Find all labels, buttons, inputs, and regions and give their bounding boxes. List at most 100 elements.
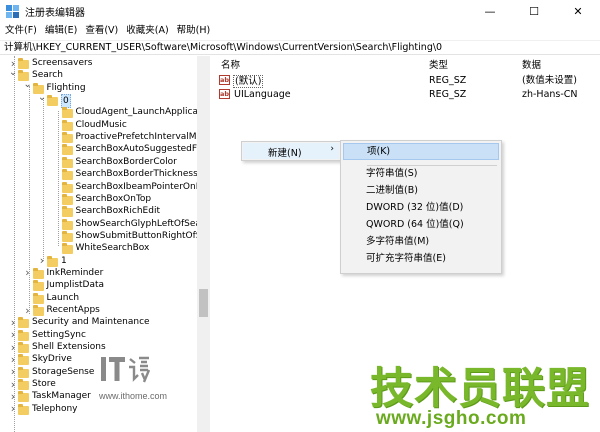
menu-item-expandable-string-value[interactable]: 可扩充字符串值(E) — [366, 253, 446, 265]
tree-item[interactable]: CloudAgent_LaunchApplication — [0, 106, 209, 119]
menu-item-dword-value[interactable]: DWORD (32 位)值(D) — [366, 202, 463, 214]
ithome-url: www.ithome.com — [99, 391, 168, 401]
tree-scrollbar-thumb[interactable] — [199, 289, 208, 317]
menu-item-new-label: 新建(N) — [268, 148, 302, 159]
tree-item[interactable]: ProactivePrefetchIntervalMinute — [0, 131, 209, 144]
menu-file[interactable]: 文件(F) — [0, 22, 41, 40]
tree-item[interactable]: › RecentApps — [0, 304, 200, 317]
tree-item[interactable]: › Shell Extensions — [0, 341, 200, 354]
tree-item[interactable]: › InkReminder — [0, 266, 200, 279]
tree-item[interactable]: › Security and Maintenance — [0, 316, 200, 329]
folder-icon — [18, 391, 29, 403]
tree-item[interactable]: › Telephony — [0, 402, 200, 415]
tree-item[interactable]: › Screensavers — [0, 57, 200, 70]
folder-icon — [61, 132, 73, 144]
tree-item[interactable]: WhiteSearchBox — [0, 242, 200, 255]
chevron-right-icon[interactable]: › — [9, 402, 17, 415]
folder-icon — [18, 329, 29, 341]
value-name: (默认) — [233, 75, 264, 88]
chevron-right-icon[interactable]: › — [9, 353, 17, 366]
menu-item-new[interactable]: 新建(N) › — [243, 143, 339, 159]
tree-item[interactable]: Launch — [0, 292, 200, 304]
tree-item-label: 1 — [61, 255, 67, 266]
tree-item-label: ShowSearchGlyphLeftOfSearch — [75, 218, 210, 229]
menu-item-qword-value[interactable]: QWORD (64 位)值(Q) — [366, 219, 464, 231]
folder-icon — [61, 119, 73, 131]
window-title: 注册表编辑器 — [25, 7, 85, 19]
tree-item[interactable]: SearchBoxBorderThickness — [0, 168, 200, 181]
column-header-name[interactable]: 名称 — [221, 57, 240, 71]
close-button[interactable]: ✕ — [556, 0, 600, 22]
minimize-button[interactable]: — — [468, 0, 512, 22]
tree-item[interactable]: ⌄ 0 — [0, 92, 200, 109]
tree-item[interactable]: ShowSearchGlyphLeftOfSearch — [0, 218, 209, 230]
folder-icon — [32, 292, 44, 304]
menu-item-new-key[interactable]: 项(K) — [343, 143, 499, 160]
value-row[interactable]: ab UILanguage REG_SZ zh-Hans-CN — [215, 88, 600, 101]
chevron-down-icon[interactable]: ⌄ — [9, 67, 17, 78]
menu-item-binary-value[interactable]: 二进制值(B) — [366, 185, 418, 197]
chevron-right-icon[interactable]: › — [24, 304, 32, 317]
tree-item-label: Security and Maintenance — [32, 317, 150, 328]
ithome-logo — [99, 353, 151, 387]
folder-icon — [61, 218, 73, 230]
folder-icon — [18, 58, 29, 69]
tree-item[interactable]: › SettingSync — [0, 328, 200, 341]
chevron-right-icon[interactable]: › — [24, 266, 32, 279]
regedit-icon — [6, 4, 19, 18]
tree-item[interactable]: SearchBoxOnTop — [0, 193, 200, 205]
chevron-right-icon[interactable]: › — [9, 378, 17, 391]
tree-item[interactable]: SearchBoxIbeamPointerOnHov — [0, 181, 209, 193]
menu-view[interactable]: 查看(V) — [81, 22, 122, 40]
column-header-type[interactable]: 类型 — [429, 57, 448, 71]
column-header-data[interactable]: 数据 — [522, 57, 541, 71]
chevron-right-icon[interactable]: › — [9, 341, 17, 354]
menu-edit[interactable]: 编辑(E) — [41, 22, 81, 40]
tree-item-label: TaskManager — [32, 391, 91, 402]
tree-item-label: Flighting — [46, 82, 86, 93]
tree-item-label: InkReminder — [46, 267, 104, 278]
tree-item[interactable]: SearchBoxAutoSuggestedFore — [0, 143, 209, 156]
address-bar[interactable]: 计算机\HKEY_CURRENT_USER\Software\Microsoft… — [0, 40, 600, 55]
tree-item-label: CloudMusic — [75, 119, 127, 130]
chevron-right-icon[interactable]: › — [9, 365, 17, 378]
tree-item-label: SearchBoxBorderColor — [75, 156, 177, 167]
chevron-right-icon: › — [330, 144, 334, 154]
tree-item[interactable]: JumplistData — [0, 279, 200, 292]
menu-favorites[interactable]: 收藏夹(A) — [122, 22, 172, 40]
chevron-down-icon[interactable]: ⌄ — [23, 79, 31, 90]
tree-item[interactable]: SearchBoxRichEdit — [0, 205, 200, 218]
tree-item-label: ProactivePrefetchIntervalMinute — [75, 132, 210, 143]
chevron-right-icon[interactable]: › — [9, 316, 17, 329]
tree-item[interactable]: ShowSubmitButtonRightOfSear — [0, 230, 209, 242]
folder-icon — [32, 280, 44, 292]
tree-item[interactable]: ⌄ Flighting — [0, 79, 200, 94]
folder-icon — [18, 379, 29, 391]
folder-icon — [18, 317, 29, 329]
chevron-down-icon[interactable]: ⌄ — [38, 92, 46, 103]
tree-item-label: SearchBoxOnTop — [75, 193, 152, 204]
folder-icon — [61, 181, 73, 193]
menu-item-multi-string-value[interactable]: 多字符串值(M) — [366, 236, 429, 248]
value-row[interactable]: ab (默认) REG_SZ (数值未设置) — [215, 74, 600, 88]
tree-scrollbar[interactable] — [197, 56, 210, 432]
menu-item-new-key-label: 项(K) — [367, 146, 391, 157]
menu-help[interactable]: 帮助(H) — [173, 22, 215, 40]
chevron-right-icon[interactable]: › — [9, 328, 17, 341]
folder-icon — [61, 193, 73, 205]
tree-item[interactable]: SearchBoxBorderColor — [0, 156, 200, 168]
tree-item[interactable]: CloudMusic — [0, 119, 200, 131]
tree-item-label: Screensavers — [32, 58, 93, 68]
menu-item-string-value[interactable]: 字符串值(S) — [366, 168, 417, 180]
jsgho-logo: 技术员联盟 — [370, 364, 590, 414]
chevron-right-icon[interactable]: › — [38, 254, 46, 267]
folder-icon — [18, 342, 29, 354]
folder-icon — [47, 255, 58, 267]
tree-item-label: JumplistData — [46, 280, 105, 291]
maximize-button[interactable]: ☐ — [512, 0, 556, 22]
chevron-right-icon[interactable]: › — [9, 390, 17, 403]
tree-item[interactable]: › 1 — [0, 254, 200, 267]
tree-item-label: SkyDrive — [32, 354, 72, 365]
folder-icon — [61, 206, 73, 218]
tree-item-label: Telephony — [32, 403, 78, 414]
